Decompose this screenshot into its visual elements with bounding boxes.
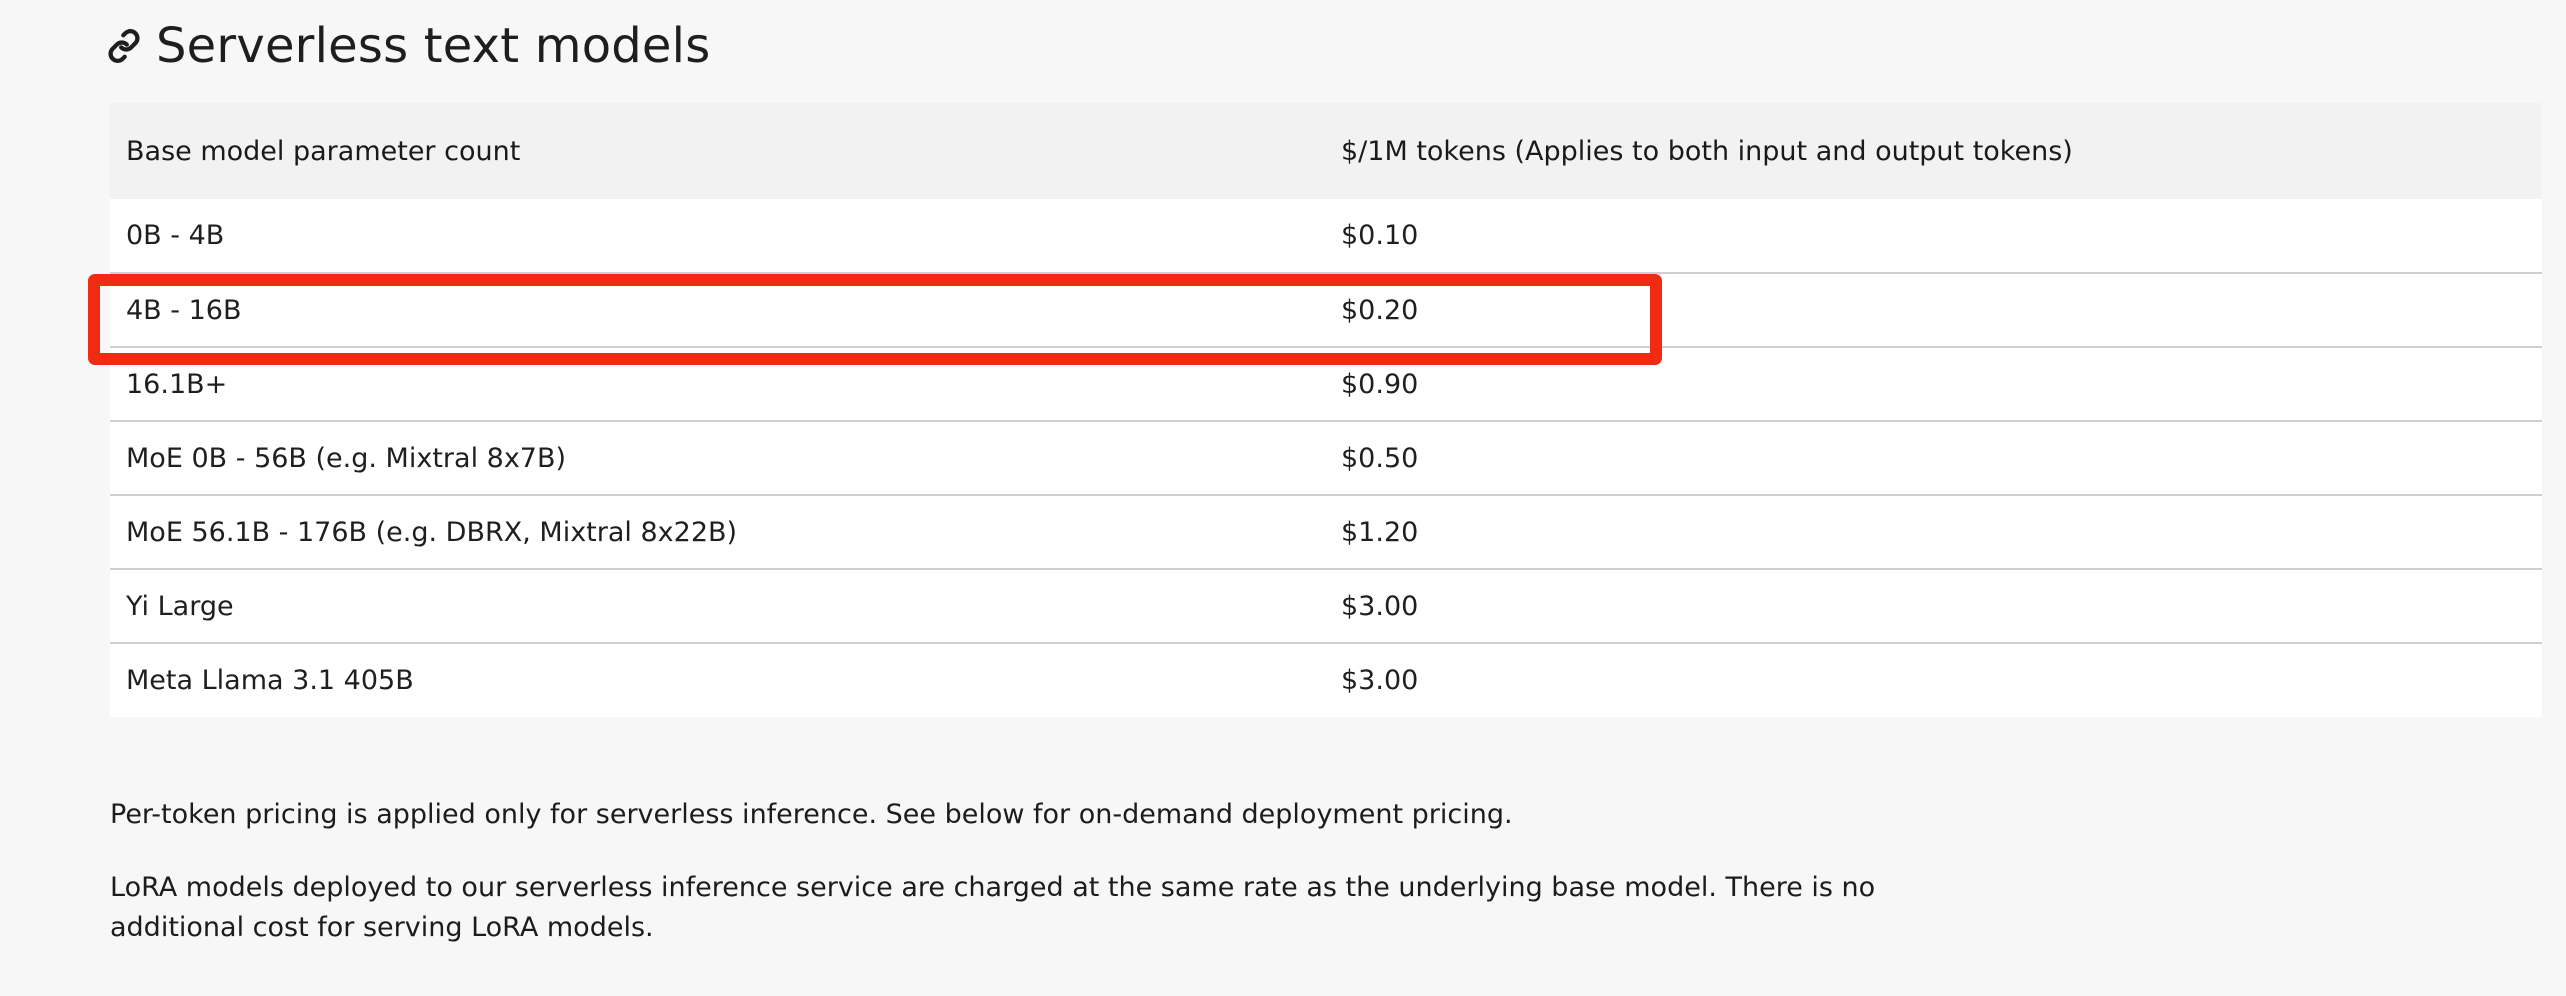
- section-heading: Serverless text models: [106, 14, 710, 78]
- price-cell: $0.50: [1341, 442, 1419, 474]
- table-row: MoE 56.1B - 176B (e.g. DBRX, Mixtral 8x2…: [110, 495, 2542, 569]
- table-header-row: Base model parameter count $/1M tokens (…: [110, 103, 2542, 199]
- table-row: Yi Large $3.00: [110, 569, 2542, 643]
- table-row: 4B - 16B $0.20: [110, 273, 2542, 347]
- model-cell: MoE 56.1B - 176B (e.g. DBRX, Mixtral 8x2…: [126, 516, 738, 548]
- table-row: 0B - 4B $0.10: [110, 199, 2542, 273]
- pricing-table: Base model parameter count $/1M tokens (…: [110, 103, 2542, 717]
- page-title: Serverless text models: [156, 18, 711, 74]
- per-token-note: Per-token pricing is applied only for se…: [110, 799, 1513, 830]
- price-cell: $0.20: [1341, 294, 1419, 326]
- column-header-model: Base model parameter count: [126, 135, 521, 167]
- model-cell: 4B - 16B: [126, 294, 242, 326]
- model-cell: 0B - 4B: [126, 220, 225, 251]
- link-icon[interactable]: [106, 28, 142, 64]
- price-cell: $3.00: [1341, 665, 1419, 696]
- price-cell: $1.20: [1341, 516, 1419, 548]
- price-cell: $3.00: [1341, 590, 1419, 622]
- price-cell: $0.90: [1341, 368, 1419, 400]
- lora-note: LoRA models deployed to our serverless i…: [110, 872, 1876, 943]
- price-cell: $0.10: [1341, 220, 1419, 251]
- model-cell: MoE 0B - 56B (e.g. Mixtral 8x7B): [126, 442, 567, 474]
- column-header-price: $/1M tokens (Applies to both input and o…: [1341, 135, 2073, 167]
- model-cell: Yi Large: [126, 590, 234, 622]
- model-cell: 16.1B+: [126, 368, 228, 400]
- table-row: Meta Llama 3.1 405B $3.00: [110, 643, 2542, 717]
- pricing-page: Serverless text models Base model parame…: [0, 0, 2566, 996]
- model-cell: Meta Llama 3.1 405B: [126, 665, 414, 696]
- table-row: MoE 0B - 56B (e.g. Mixtral 8x7B) $0.50: [110, 421, 2542, 495]
- table-row: 16.1B+ $0.90: [110, 347, 2542, 421]
